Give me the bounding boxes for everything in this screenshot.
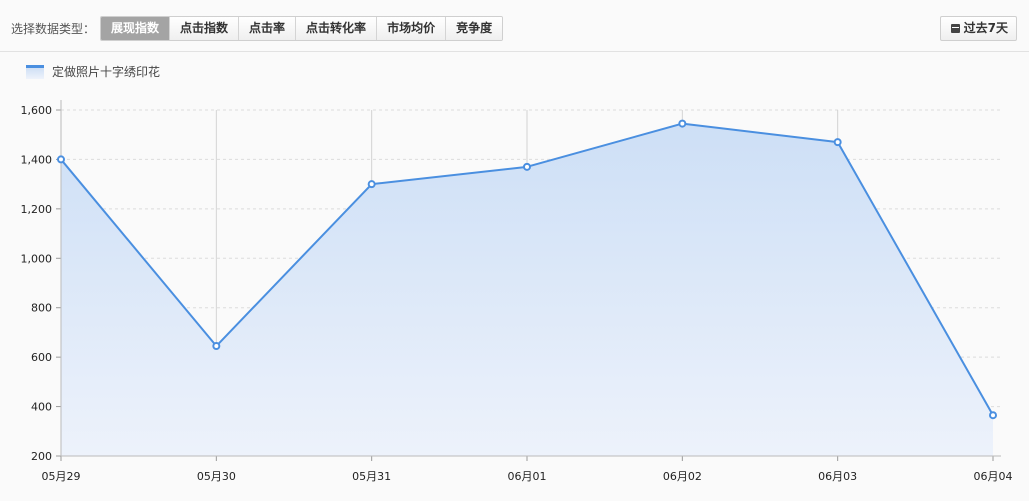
data-point — [678, 119, 687, 128]
data-point — [367, 180, 376, 189]
data-point — [523, 162, 531, 171]
x-tick-label: 05月29 — [42, 470, 81, 483]
x-tick-label: 06月04 — [974, 470, 1013, 483]
data-point — [57, 155, 65, 164]
page: 选择数据类型： 展现指数 点击指数 点击率 点击转化率 市场均价 竞争度 过去7… — [0, 0, 1029, 501]
data-point — [212, 342, 221, 351]
y-tick-label: 800 — [31, 302, 52, 315]
x-tick-label: 06月01 — [508, 470, 547, 483]
x-tick-label: 05月31 — [352, 470, 391, 483]
y-tick-label: 600 — [31, 351, 52, 364]
y-tick-label: 1,400 — [21, 153, 53, 166]
y-tick-label: 1,200 — [21, 203, 53, 216]
series-area — [61, 123, 993, 456]
x-tick-label: 06月02 — [663, 470, 702, 483]
x-tick-label: 06月03 — [818, 470, 857, 483]
data-point — [833, 138, 842, 147]
data-point — [989, 411, 997, 420]
y-tick-label: 1,000 — [21, 252, 53, 265]
y-tick-label: 400 — [31, 401, 52, 414]
area-chart: 200 400 600 800 1,000 1,200 1,400 1,600 05月29 05月… — [21, 100, 1013, 483]
y-tick-label: 1,600 — [21, 104, 53, 117]
y-tick-label: 200 — [31, 450, 52, 463]
x-tick-label: 05月30 — [197, 470, 236, 483]
